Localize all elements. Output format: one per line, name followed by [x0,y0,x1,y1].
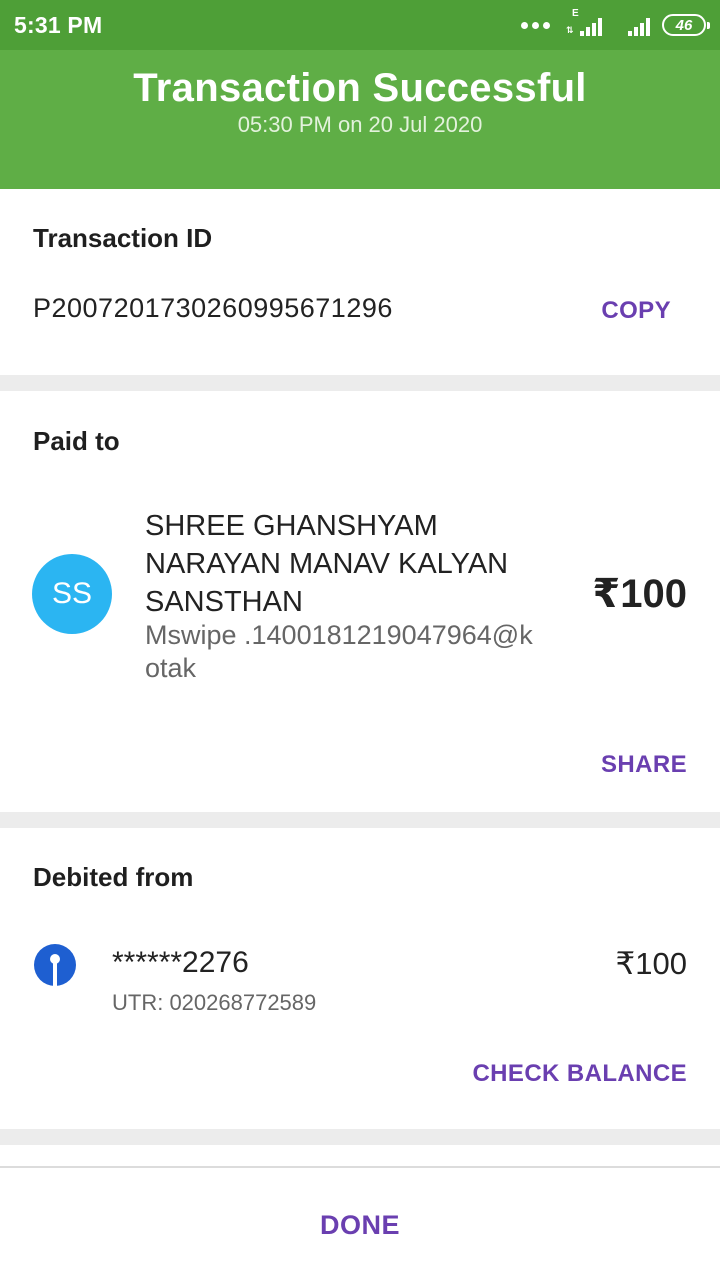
debited-from-card: Debited from ******2276 UTR: 02026877258… [0,828,720,1129]
status-time: 5:31 PM [14,12,103,38]
battery-icon: 46 [662,14,710,36]
share-button[interactable]: SHARE [601,751,687,779]
paid-to-card: Paid to SS SHREE GHANSHYAM NARAYAN MANAV… [0,391,720,812]
account-number: ******2276 [112,946,249,979]
payee-vpa: Mswipe .1400181219047964@kotak [145,620,533,683]
battery-level: 46 [675,16,693,34]
avatar-initials: SS [51,577,93,610]
check-balance-button[interactable]: CHECK BALANCE [472,1060,687,1088]
network-type-label: E [572,8,579,19]
bottom-action-bar: DONE [0,1166,720,1280]
payee-name: SHREE GHANSHYAM NARAYAN MANAV KALYAN SAN… [145,510,509,618]
transaction-id-label: Transaction ID [33,223,213,253]
status-icons: E ⇅ 46 [521,8,710,38]
debited-amount: ₹100 [615,946,687,981]
transaction-id-value: P2007201730260995671296 [33,293,393,323]
more-dots-icon [521,21,550,29]
page-title: Transaction Successful [133,66,587,110]
paid-amount: ₹100 [592,572,687,616]
data-arrows-icon: ⇅ [566,25,574,35]
utr-number: UTR: 020268772589 [112,990,317,1015]
paid-to-label: Paid to [33,426,120,456]
signal-icon-sim2 [614,14,650,36]
copy-button[interactable]: COPY [601,297,671,325]
avatar: SS [32,554,112,634]
next-card-edge [0,1145,720,1166]
status-bar: 5:31 PM E ⇅ 46 [0,0,720,50]
transaction-id-card: Transaction ID P2007201730260995671296 C… [0,189,720,375]
done-button[interactable]: DONE [0,1210,720,1241]
success-header: Transaction Successful 05:30 PM on 20 Ju… [0,50,720,189]
debited-from-label: Debited from [33,862,194,892]
signal-icon-sim1: E ⇅ [566,8,602,36]
sbi-logo-icon [34,944,76,986]
transaction-timestamp: 05:30 PM on 20 Jul 2020 [237,112,483,137]
